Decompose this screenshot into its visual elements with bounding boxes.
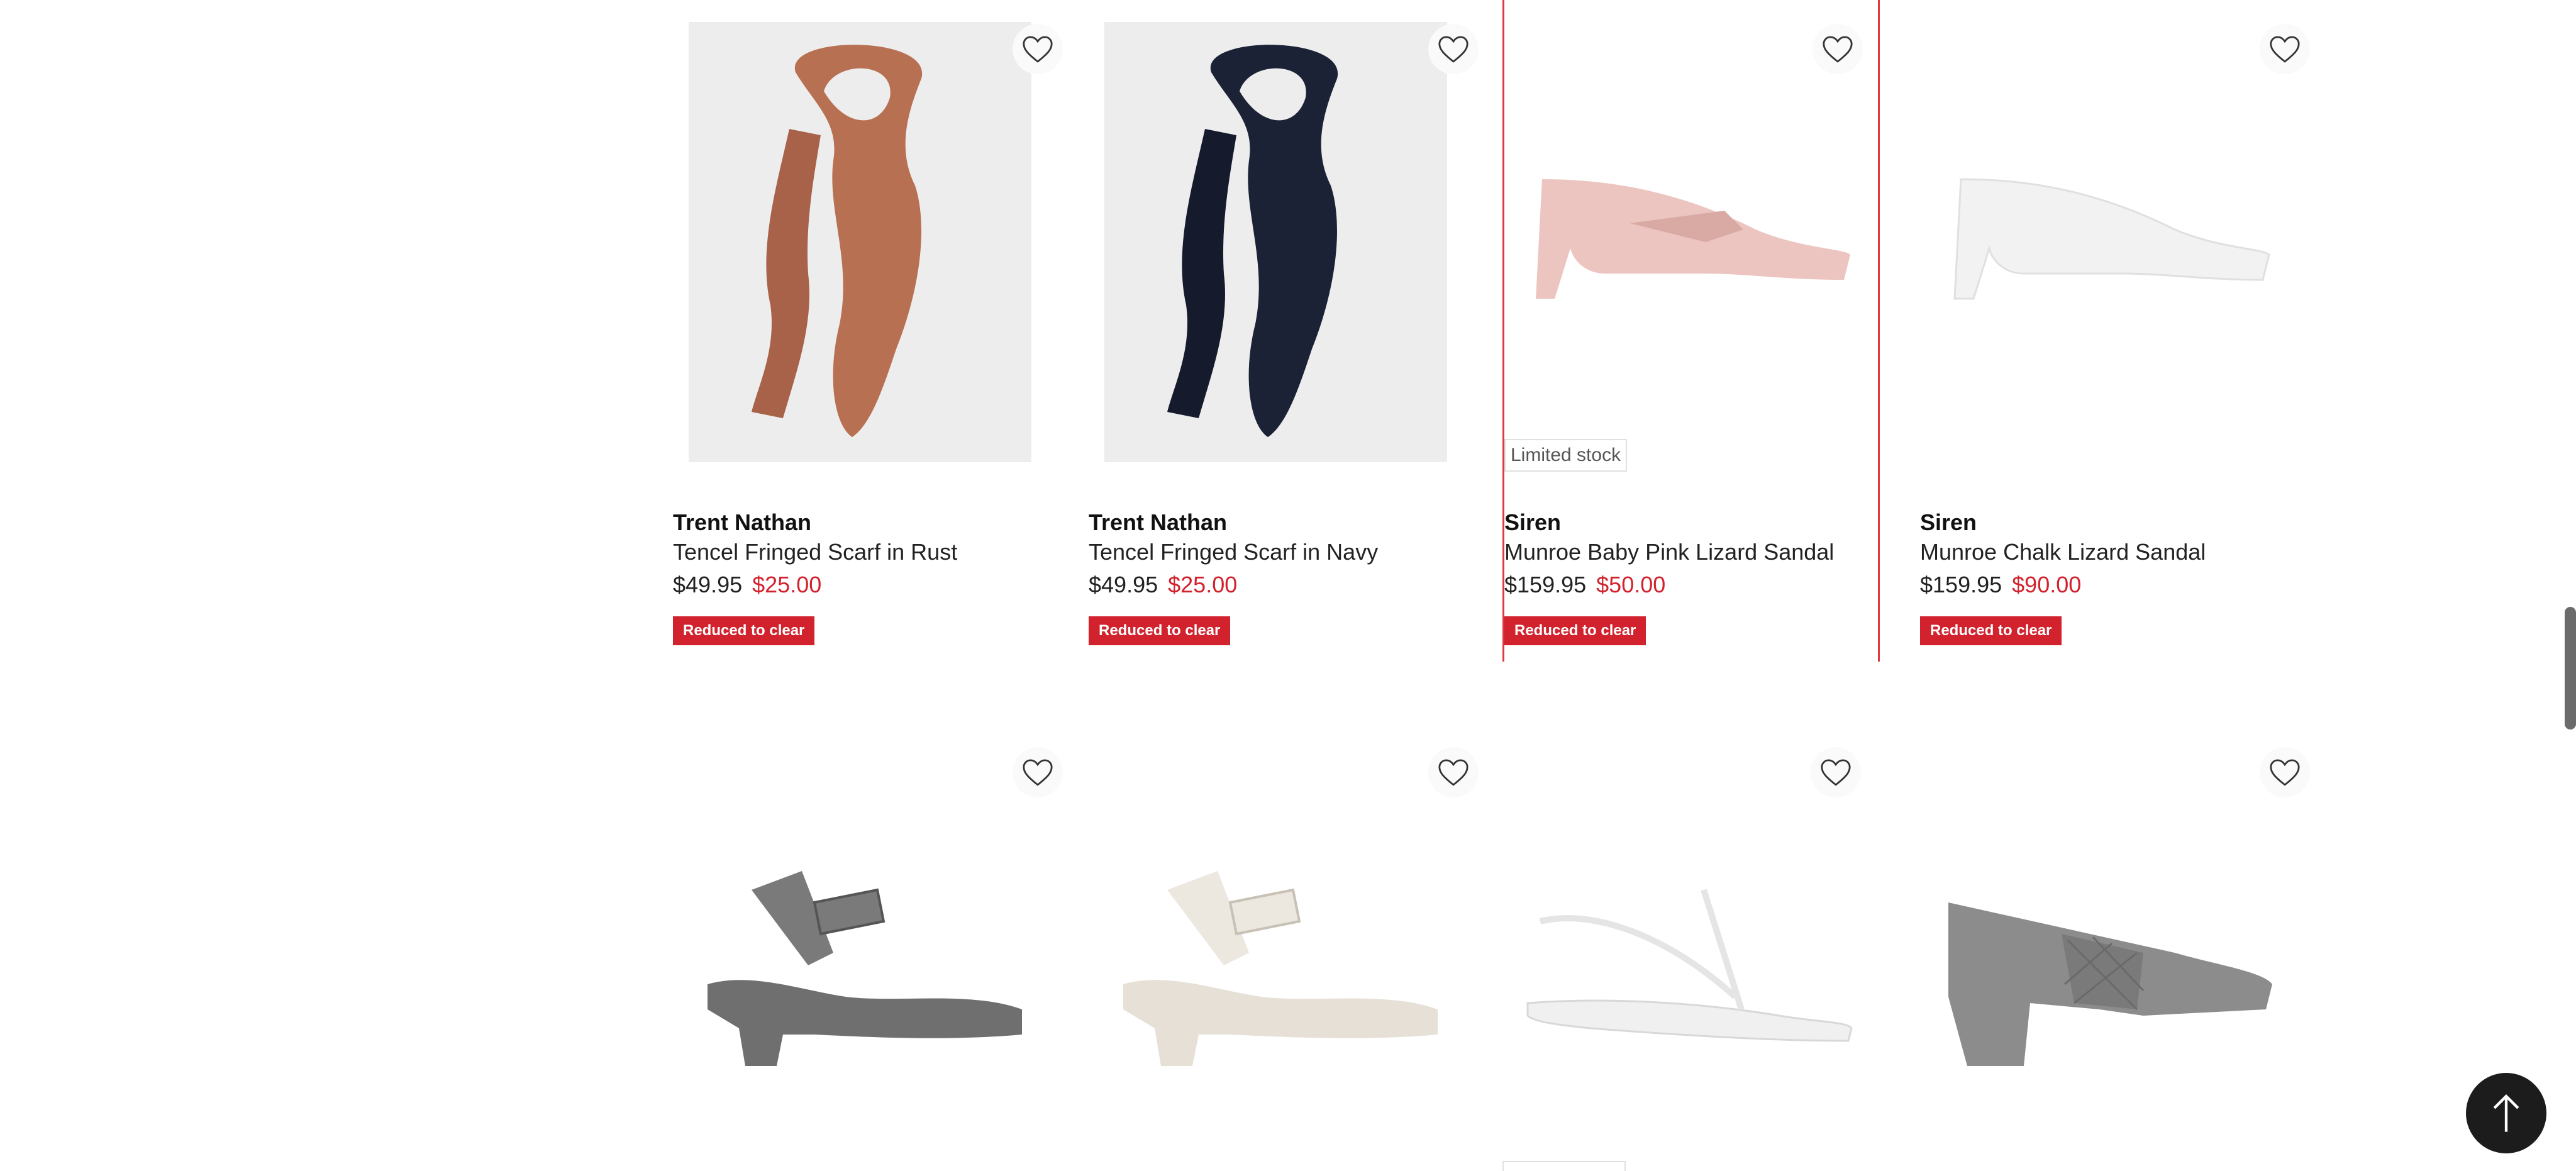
stock-label [1502,1161,1626,1171]
sale-price: $90.00 [2012,572,2082,597]
product-name[interactable]: Tencel Fringed Scarf in Navy [1089,537,1491,567]
was-price: $159.95 [1504,572,1587,597]
was-price: $159.95 [1920,572,2002,597]
product-price: $159.95 $50.00 [1504,567,1907,602]
wishlist-heart-icon[interactable] [1013,24,1063,74]
white-flat-sandal-image[interactable] [1515,745,1858,1171]
sale-badge: Reduced to clear [673,616,815,645]
sale-price: $25.00 [752,572,822,597]
sale-price: $25.00 [1168,572,1238,597]
scrollbar-thumb[interactable] [2565,607,2576,730]
product-price: $159.95 $90.00 [1920,567,2323,602]
cream-block-heel-sandal-image[interactable] [1104,745,1447,1171]
product-card-hovered[interactable]: Limited stock Siren Munroe Baby Pink Liz… [1502,0,1880,662]
wishlist-heart-icon[interactable] [2260,24,2310,74]
sale-price: $50.00 [1596,572,1666,597]
product-name[interactable]: Tencel Fringed Scarf in Rust [673,537,1075,567]
product-listing-page: Trent Nathan Tencel Fringed Scarf in Rus… [0,0,2576,1171]
wishlist-heart-icon[interactable] [1813,24,1863,74]
rust-scarf-image[interactable] [689,22,1031,462]
wishlist-heart-icon[interactable] [1811,747,1861,797]
product-brand[interactable]: Siren [1920,508,2323,537]
product-price: $49.95 $25.00 [1089,567,1491,602]
pink-sandal-image[interactable] [1517,22,1860,462]
product-name[interactable]: Munroe Chalk Lizard Sandal [1920,537,2323,567]
product-name[interactable]: Munroe Baby Pink Lizard Sandal [1504,537,1907,567]
back-to-top-button[interactable] [2466,1073,2546,1153]
wishlist-heart-icon[interactable] [1428,747,1479,797]
wishlist-heart-icon[interactable] [1013,747,1063,797]
grey-block-heel-sandal-image[interactable] [689,745,1031,1171]
was-price: $49.95 [1089,572,1158,597]
limited-stock-label: Limited stock [1504,439,1628,472]
wishlist-heart-icon[interactable] [2260,747,2310,797]
wishlist-heart-icon[interactable] [1428,24,1479,74]
sale-badge: Reduced to clear [1504,616,1646,645]
white-sandal-image[interactable] [1936,22,2279,462]
sale-badge: Reduced to clear [1089,616,1231,645]
navy-scarf-image[interactable] [1104,22,1447,462]
product-brand[interactable]: Siren [1504,508,1907,537]
arrow-up-icon [2493,1094,2519,1132]
product-brand[interactable]: Trent Nathan [673,508,1075,537]
product-price: $49.95 $25.00 [673,567,1075,602]
product-brand[interactable]: Trent Nathan [1089,508,1491,537]
was-price: $49.95 [673,572,743,597]
black-quilted-mule-image[interactable] [1936,745,2279,1171]
sale-badge: Reduced to clear [1920,616,2062,645]
